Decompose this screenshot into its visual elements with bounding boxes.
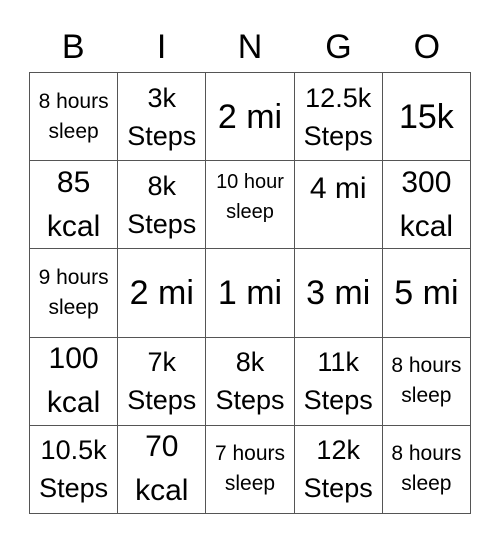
- bingo-cell-text: 5 mi: [394, 273, 459, 312]
- bingo-cell-text: 2 mi: [217, 97, 283, 136]
- bingo-cell-text: 12.5k Steps: [303, 82, 373, 151]
- bingo-cell[interactable]: 12.5k Steps: [294, 73, 383, 162]
- bingo-cell[interactable]: 1 mi: [206, 249, 295, 338]
- bingo-grid: 8 hours sleep 3k Steps 2 mi 12.5k Steps 15k 8…: [29, 72, 471, 514]
- bingo-cell-text: 7k Steps: [127, 347, 197, 416]
- bingo-cell-text: 2 mi: [129, 273, 194, 312]
- bingo-cell-text: 3 mi: [306, 273, 371, 312]
- header-letter-b: B: [61, 28, 85, 66]
- header-letter-o: O: [413, 28, 441, 66]
- bingo-cell[interactable]: 8 hours sleep: [382, 425, 471, 514]
- bingo-cell[interactable]: 8 hours sleep: [30, 73, 119, 162]
- bingo-cell-text: 10.5k Steps: [39, 435, 109, 504]
- bingo-cell-text: 8k Steps: [127, 170, 197, 239]
- bingo-cell-text: 10 hour sleep: [216, 171, 284, 224]
- bingo-cell-text: 8 hours sleep: [391, 442, 462, 496]
- bingo-cell[interactable]: 15k: [382, 73, 471, 162]
- bingo-cell-text: 15k: [398, 97, 454, 136]
- bingo-cell-text: 7 hours sleep: [214, 442, 286, 496]
- header-letter-g: G: [325, 28, 352, 66]
- bingo-cell-text: 11k Steps: [303, 347, 373, 416]
- bingo-cell-text: 4 mi: [309, 172, 367, 206]
- bingo-cell[interactable]: 10.5k Steps: [30, 425, 119, 514]
- bingo-header: B I N G O: [29, 22, 471, 72]
- bingo-cell-text: 70 kcal: [135, 430, 189, 508]
- bingo-cell[interactable]: 5 mi: [382, 249, 471, 338]
- bingo-cell[interactable]: 9 hours sleep: [30, 249, 119, 338]
- bingo-cell-text: 12k Steps: [303, 435, 373, 504]
- bingo-cell-text: 85 kcal: [46, 165, 101, 243]
- bingo-cell[interactable]: 3k Steps: [118, 73, 207, 162]
- bingo-cell-text: 8k Steps: [215, 347, 285, 416]
- bingo-cell[interactable]: 8k Steps: [118, 161, 207, 250]
- bingo-cell[interactable]: 8 hours sleep: [382, 337, 471, 426]
- header-letter-n: N: [237, 28, 263, 66]
- bingo-cell[interactable]: 4 mi: [294, 161, 383, 250]
- bingo-cell-text: 300 kcal: [399, 165, 454, 243]
- bingo-cell[interactable]: 12k Steps: [294, 425, 383, 514]
- bingo-cell-text: 3k Steps: [127, 82, 197, 151]
- bingo-cell[interactable]: 2 mi: [118, 249, 207, 338]
- bingo-cell[interactable]: 100 kcal: [30, 337, 119, 426]
- bingo-cell[interactable]: 3 mi: [294, 249, 383, 338]
- bingo-cell[interactable]: 10 hour sleep: [206, 161, 295, 250]
- bingo-cell[interactable]: 70 kcal: [118, 425, 207, 514]
- bingo-cell[interactable]: 300 kcal: [382, 161, 471, 250]
- bingo-cell[interactable]: 7k Steps: [118, 337, 207, 426]
- bingo-cell[interactable]: 7 hours sleep: [206, 425, 295, 514]
- bingo-cell[interactable]: 8k Steps: [206, 337, 295, 426]
- bingo-cell-text: 8 hours sleep: [38, 89, 109, 143]
- bingo-cell[interactable]: 85 kcal: [30, 161, 119, 250]
- bingo-cell[interactable]: 11k Steps: [294, 337, 383, 426]
- header-letter-i: I: [156, 28, 167, 66]
- bingo-cell-text: 1 mi: [217, 273, 283, 312]
- bingo-cell-text: 9 hours sleep: [38, 265, 109, 319]
- bingo-cell[interactable]: 2 mi: [206, 73, 295, 162]
- bingo-cell-text: 100 kcal: [46, 342, 101, 420]
- bingo-cell-text: 8 hours sleep: [391, 354, 462, 408]
